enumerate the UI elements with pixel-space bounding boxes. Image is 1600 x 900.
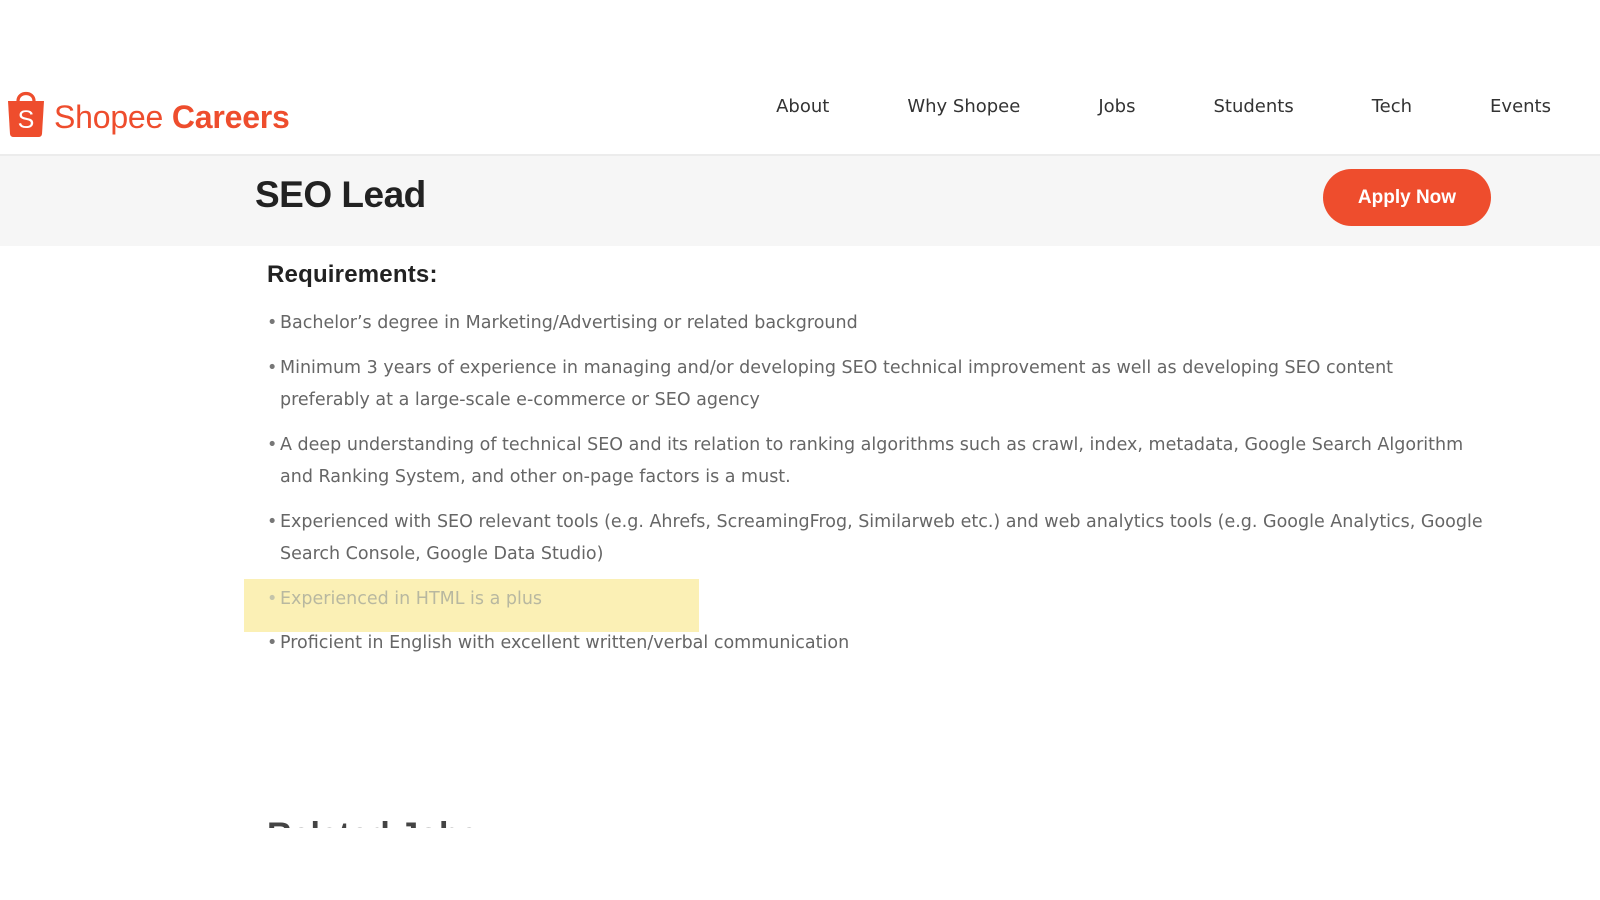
- nav-students[interactable]: Students: [1213, 96, 1293, 117]
- related-jobs-heading: Related Jobs: [267, 816, 479, 828]
- requirement-item: • Minimum 3 years of experience in manag…: [267, 352, 1487, 417]
- requirement-item-highlighted: • Experienced in HTML is a plus: [267, 583, 1487, 616]
- job-title-bar: SEO Lead Apply Now: [0, 156, 1600, 246]
- bullet-icon: •: [267, 313, 278, 333]
- requirement-text: Proficient in English with excellent wri…: [280, 633, 850, 653]
- logo-careers: Careers: [171, 98, 290, 135]
- requirement-text: Bachelor’s degree in Marketing/Advertisi…: [280, 313, 858, 333]
- bullet-icon: •: [267, 511, 278, 532]
- apply-now-button[interactable]: Apply Now: [1323, 169, 1491, 226]
- page: S Shopee Careers About Why Shopee Jobs S…: [0, 0, 1600, 900]
- nav-tech[interactable]: Tech: [1372, 96, 1412, 117]
- requirements-list: • Bachelor’s degree in Marketing/Adverti…: [267, 307, 1487, 672]
- shopping-bag-icon: S: [8, 91, 44, 137]
- nav-jobs[interactable]: Jobs: [1098, 96, 1135, 117]
- requirement-item: • Proficient in English with excellent w…: [267, 627, 1487, 660]
- requirement-text: Experienced in HTML is a plus: [280, 588, 543, 609]
- nav-events[interactable]: Events: [1490, 96, 1551, 117]
- requirement-item: • Experienced with SEO relevant tools (e…: [267, 506, 1487, 571]
- logo-shopee: Shopee: [54, 98, 164, 135]
- site-header: S Shopee Careers About Why Shopee Jobs S…: [0, 70, 1600, 156]
- requirement-item: • A deep understanding of technical SEO …: [267, 429, 1487, 494]
- job-title: SEO Lead: [255, 174, 426, 215]
- bullet-icon: •: [267, 357, 278, 378]
- bullet-icon: •: [267, 633, 278, 653]
- main-nav: About Why Shopee Jobs Students Tech Even…: [776, 96, 1551, 117]
- nav-about[interactable]: About: [776, 96, 829, 117]
- requirement-text: A deep understanding of technical SEO an…: [280, 434, 1464, 488]
- svg-text:S: S: [18, 106, 35, 134]
- logo-wordmark: Shopee Careers: [54, 99, 290, 136]
- bullet-icon: •: [267, 588, 278, 609]
- requirement-item: • Bachelor’s degree in Marketing/Adverti…: [267, 307, 1487, 340]
- requirement-text: Experienced with SEO relevant tools (e.g…: [280, 511, 1483, 565]
- nav-why-shopee[interactable]: Why Shopee: [907, 96, 1020, 117]
- related-jobs-clip: Related Jobs: [262, 812, 562, 828]
- requirements-heading: Requirements:: [267, 261, 438, 288]
- bullet-icon: •: [267, 434, 278, 455]
- shopee-careers-logo[interactable]: S Shopee Careers: [5, 85, 290, 141]
- requirement-text: Minimum 3 years of experience in managin…: [280, 357, 1394, 411]
